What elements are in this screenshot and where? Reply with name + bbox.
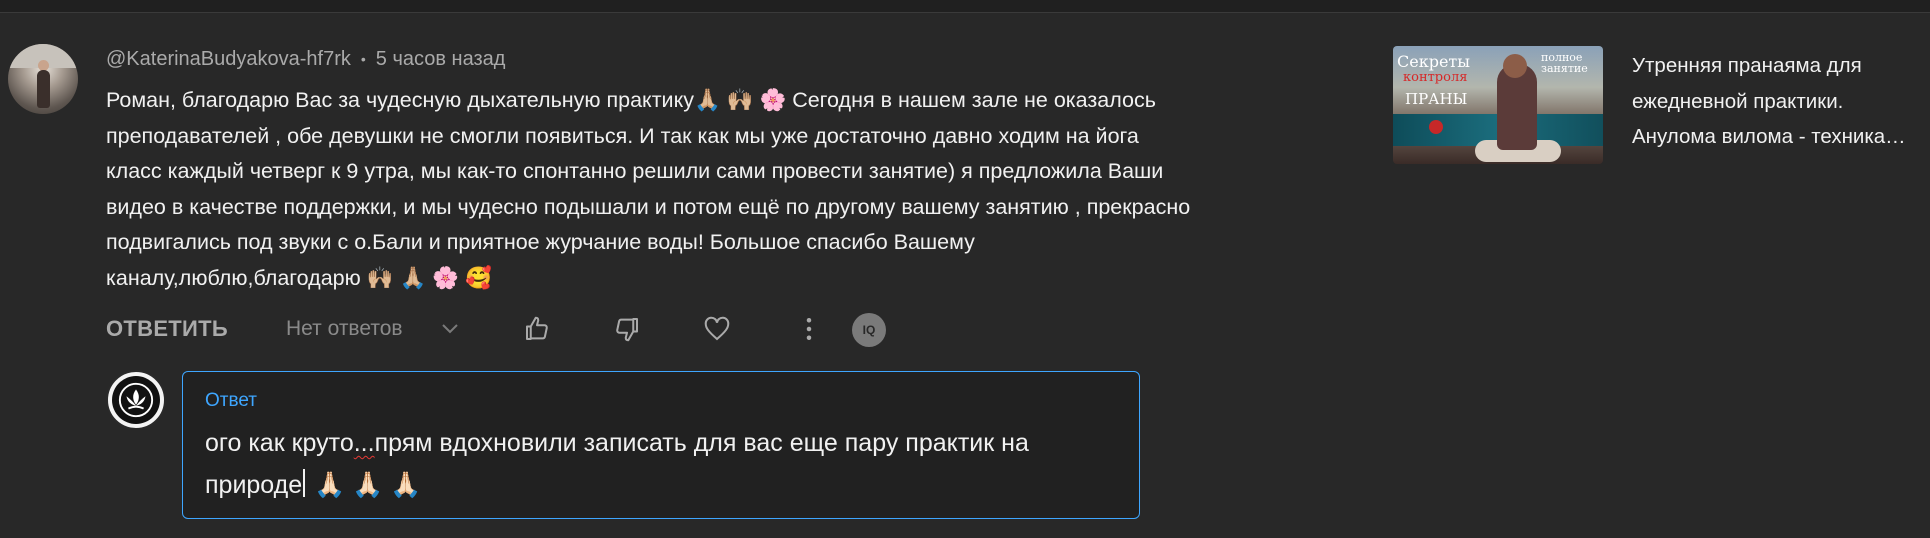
reply-emojis: 🙏🏻 🙏🏻 🙏🏻 bbox=[314, 471, 422, 499]
comment-text: Роман, благодарю Вас за чудесную дыхател… bbox=[106, 88, 1191, 290]
comment-time[interactable]: 5 часов назад bbox=[376, 48, 506, 71]
reply-editor-label: Ответ bbox=[205, 390, 257, 411]
recommended-video-thumbnail[interactable]: Секреты контроля ПРАНЫ полное занятие bbox=[1393, 46, 1603, 164]
top-divider bbox=[0, 0, 1930, 13]
rec-title-line: ежедневной практики. bbox=[1632, 89, 1844, 113]
channel-avatar bbox=[106, 370, 166, 430]
chevron-down-icon[interactable] bbox=[438, 316, 462, 340]
thumb-title: Секреты bbox=[1397, 52, 1471, 71]
thumb-red-text: контроля bbox=[1403, 70, 1468, 85]
reply-input[interactable]: ого как круто...прям вдохновили записать… bbox=[205, 422, 1105, 506]
rec-title-line: Утренняя пранаяма для bbox=[1632, 54, 1862, 77]
thumb-subtitle: ПРАНЫ bbox=[1405, 90, 1468, 108]
heart-icon[interactable] bbox=[702, 314, 732, 344]
dislike-icon[interactable] bbox=[612, 314, 642, 344]
reply-text-start: ого как круто bbox=[205, 429, 354, 457]
thumb-corner-text: полное занятие bbox=[1541, 51, 1588, 75]
reply-button[interactable]: ОТВЕТИТЬ bbox=[106, 316, 228, 342]
replies-toggle[interactable]: Нет ответов bbox=[286, 317, 403, 341]
like-icon[interactable] bbox=[522, 314, 552, 344]
rec-title-line: Анулома вилома - техника… bbox=[1632, 125, 1906, 148]
comment-author[interactable]: @KaterinaBudyakova-hf7rk bbox=[106, 48, 351, 71]
comment-header: @KaterinaBudyakova-hf7rk • 5 часов назад bbox=[106, 46, 505, 72]
spellcheck-typo[interactable]: ... bbox=[354, 429, 375, 457]
lotus-logo-icon bbox=[112, 376, 160, 424]
reply-editor[interactable]: Ответ ого как круто...прям вдохновили за… bbox=[182, 371, 1140, 519]
text-caret bbox=[303, 469, 306, 497]
comment-actions: ОТВЕТИТЬ Нет ответов IQ bbox=[106, 312, 896, 348]
flower-icon bbox=[1429, 120, 1443, 134]
extension-badge-icon[interactable]: IQ bbox=[852, 313, 886, 347]
commenter-avatar[interactable] bbox=[8, 44, 78, 114]
meta-separator: • bbox=[360, 51, 366, 67]
recommended-video-title[interactable]: Утренняя пранаяма для ежедневной практик… bbox=[1632, 48, 1922, 155]
more-options-icon[interactable] bbox=[794, 314, 824, 344]
